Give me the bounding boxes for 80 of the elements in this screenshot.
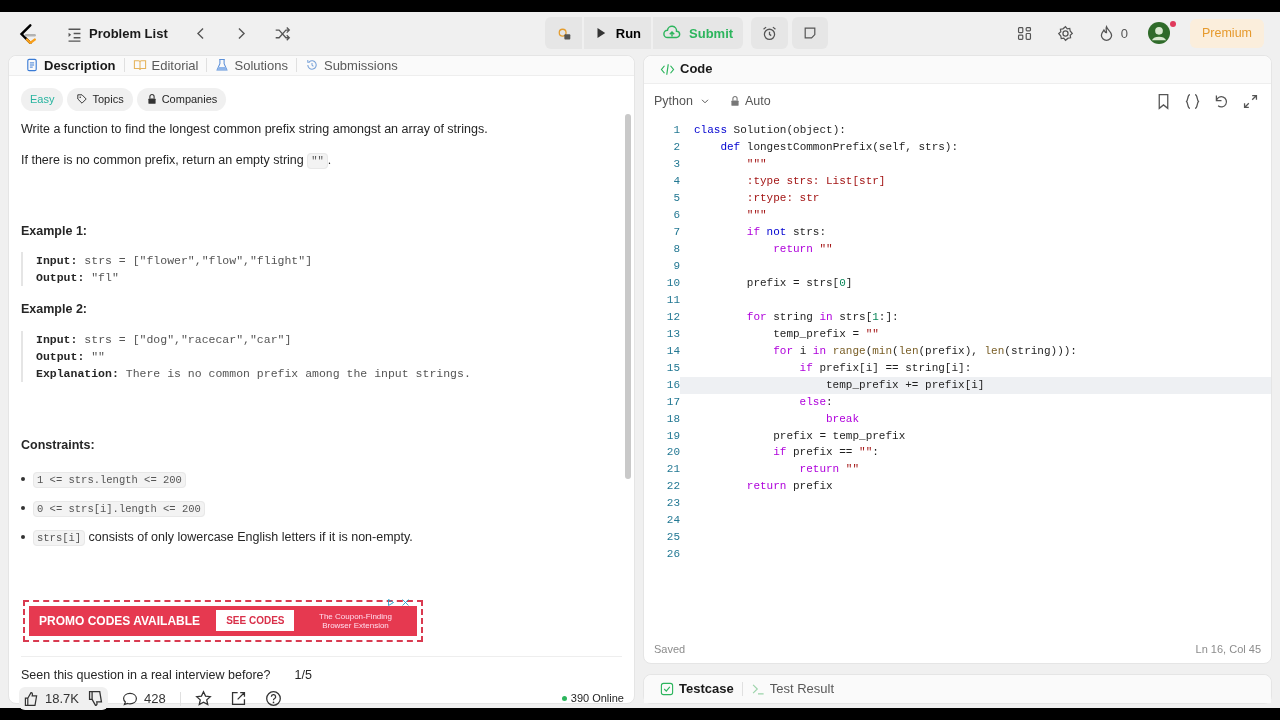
line-number: 24 [665,513,680,529]
line-number: 26 [665,547,680,563]
save-status: Saved [654,641,686,657]
line-number: 6 [672,208,680,224]
tag-button[interactable]: Companies [136,88,227,111]
line-number: 3 [672,157,680,173]
code-tab[interactable]: Code [652,59,721,79]
line-number: 21 [665,462,680,478]
line-number: 23 [665,496,680,512]
online-count: 390 Online [570,691,624,707]
example-heading: Example 2: [21,301,88,319]
code-line[interactable]: if not strs: [694,226,827,239]
code-line[interactable]: """ [694,158,767,171]
code-line[interactable]: prefix = temp_prefix [694,429,906,442]
example-line: Output: "fl" [36,270,120,287]
code-line[interactable]: if prefix[i] == string[i]: [694,361,972,374]
code-line[interactable]: prefix = strs[0] [694,276,853,289]
code-line[interactable]: class Solution(object): [694,124,846,137]
line-number: 4 [672,174,680,190]
language-dropdown[interactable]: Python [650,89,715,113]
constraints-heading: Constraints: [21,437,96,455]
panel-tab[interactable]: Solutions [207,55,296,76]
code-line[interactable]: for i in range(min(len(prefix), len(string))): [694,344,1077,357]
line-number: 14 [665,343,680,359]
line-number: 5 [672,191,680,207]
line-number: 15 [665,360,680,376]
run-button[interactable]: Run [583,17,652,50]
panel-tab[interactable]: Test Result [742,679,842,699]
description-text: If there is no common prefix, return an empty string "" . [21,151,333,171]
code-line[interactable]: else: [694,395,833,408]
comments-button[interactable]: 428 [118,686,170,711]
panel-tab[interactable]: Testcase [652,679,742,699]
ad-tagline: The Coupon-Finding Browser Extension [318,611,393,630]
streak-button[interactable]: 0 [1093,21,1132,46]
example-line: Explanation: There is no common prefix among the input strings. [36,366,472,383]
problem-list-button[interactable]: Problem List [62,21,172,46]
code-line[interactable]: return "" [694,243,833,256]
code-line[interactable]: temp_prefix = "" [694,327,879,340]
line-number: 22 [665,479,680,495]
line-number: 12 [665,309,680,325]
tag-button[interactable]: Topics [67,88,133,111]
line-number: 1 [672,123,680,139]
example-line: Input: strs = ["flower","flow","flight"] [36,253,314,270]
description-text: Write a function to find the longest common prefix string amongst an array of strings. [21,120,489,138]
example-heading: Example 1: [21,222,88,240]
code-line[interactable]: break [694,412,860,425]
example-line: Output: "" [36,349,107,366]
panel-tab[interactable]: Submissions [296,55,406,76]
line-number: 19 [665,428,680,444]
line-number: 18 [665,411,680,427]
line-number: 25 [665,530,680,546]
example-line: Input: strs = ["dog","racecar","car"] [36,332,293,349]
line-number: 7 [672,225,680,241]
line-number: 17 [665,394,680,410]
code-line[interactable]: :rtype: str [694,192,820,205]
line-number: 8 [672,242,680,258]
ad-headline: PROMO CODES AVAILABLE [39,612,201,630]
advertisement-banner[interactable]: PROMO CODES AVAILABLE SEE CODES The Coupon-Finding Browser Extension [23,599,423,642]
panel-tab[interactable]: Editorial [124,55,207,76]
code-line[interactable]: :type strs: List[str] [694,175,886,188]
see-codes-button[interactable]: SEE CODES [216,610,295,632]
code-line[interactable]: return prefix [694,480,833,493]
line-number: 16 [665,377,680,393]
line-number: 11 [665,292,680,308]
line-number: 2 [672,140,680,156]
line-number: 13 [665,326,680,342]
interview-question: Seen this question in a real interview before? [21,666,271,684]
code-line[interactable]: def longestCommonPrefix(self, strs): [694,141,959,154]
line-number: 20 [665,445,680,461]
code-line[interactable]: """ [694,209,767,222]
panel-tab[interactable]: Description [17,55,124,76]
code-line[interactable]: for string in strs[1:]: [694,310,899,323]
auto-mode-label: Auto [728,91,771,111]
code-line[interactable]: return "" [694,463,860,476]
cursor-position: Ln 16, Col 45 [1195,641,1261,657]
line-number: 10 [665,275,680,291]
question-counter: 1/5 [294,666,312,684]
constraint-text: strs[i] consists of only lowercase English letters if it is non-empty. [33,526,413,548]
line-number: 9 [672,259,680,274]
code-line[interactable]: if prefix == "": [694,446,879,459]
